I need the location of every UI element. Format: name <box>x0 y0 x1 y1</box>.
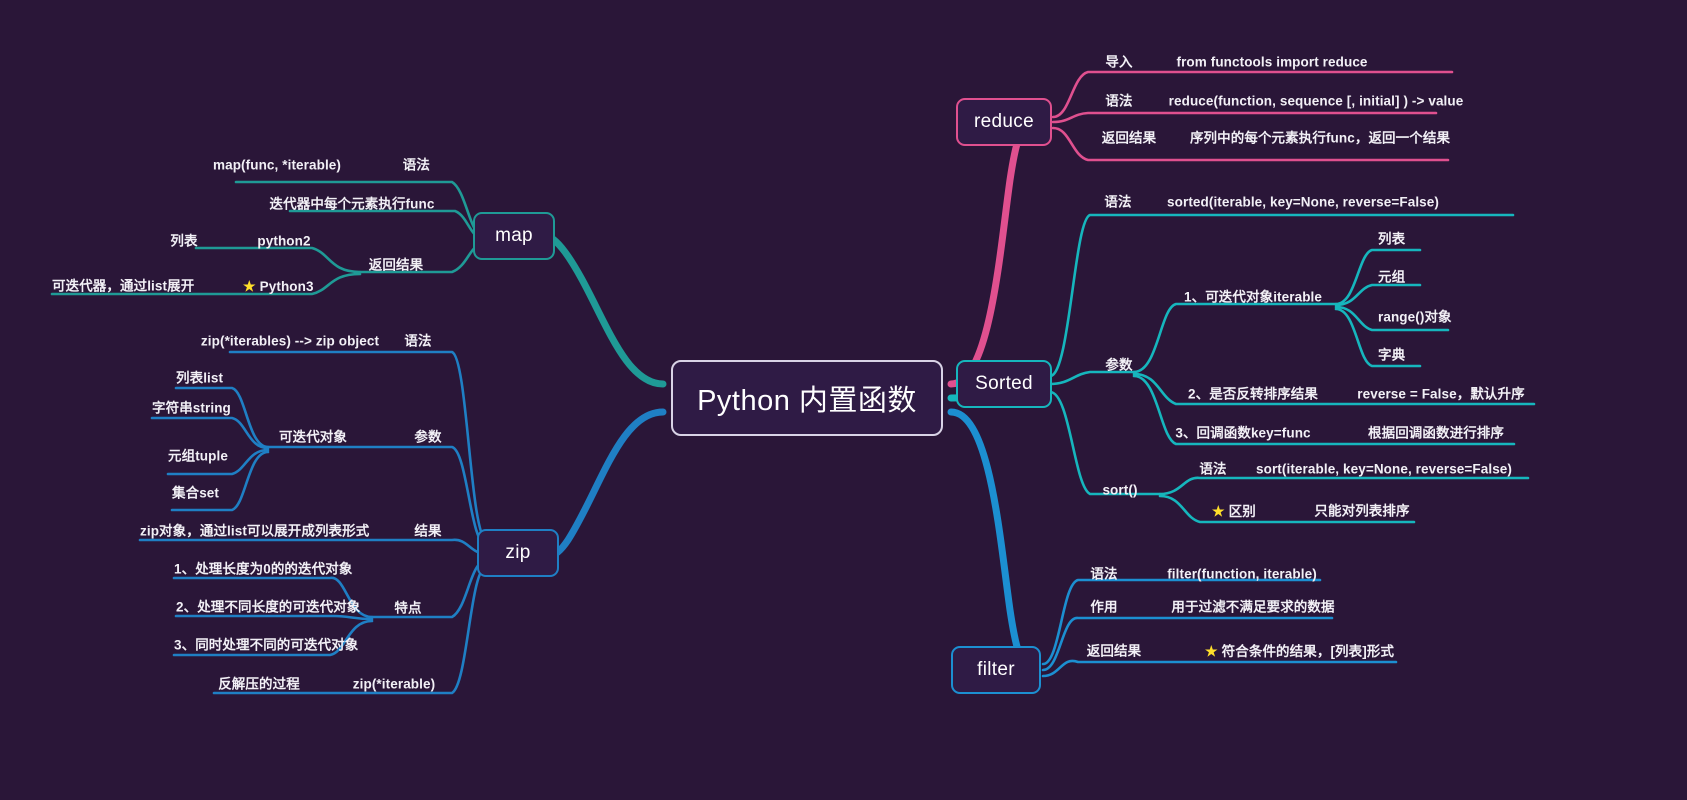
filter-return-key: 返回结果 <box>1086 643 1142 659</box>
zip-syntax-value: zip(*iterables) --> zip object <box>200 333 380 349</box>
sorted-sort-syntax-value: sort(iterable, key=None, reverse=False) <box>1255 461 1513 477</box>
sorted-param2-key: 2、是否反转排序结果 <box>1187 386 1319 402</box>
branch-node-reduce[interactable]: reduce <box>956 98 1052 146</box>
zip-result-key: 结果 <box>414 523 442 539</box>
sorted-param3-value: 根据回调函数进行排序 <box>1368 425 1504 441</box>
sorted-iterable-tuple: 元组 <box>1378 269 1406 285</box>
zip-unzip-value: 反解压的过程 <box>218 676 300 692</box>
zip-type-list: 列表list <box>176 370 224 386</box>
reduce-return-value: 序列中的每个元素执行func，返回一个结果 <box>1189 130 1451 146</box>
branch-label-filter: filter <box>977 659 1015 680</box>
zip-type-set: 集合set <box>172 485 220 501</box>
map-python2-key: python2 <box>257 233 311 249</box>
zip-feature-3: 3、同时处理不同的可迭代对象 <box>174 637 359 653</box>
map-python3-key: ★ Python3 <box>243 277 314 294</box>
map-python3-value: 可迭代器，通过list展开 <box>52 278 195 294</box>
map-exec-value: 迭代器中每个元素执行func <box>269 196 435 212</box>
branch-node-sorted[interactable]: Sorted <box>956 360 1052 408</box>
sorted-syntax-key: 语法 <box>1104 194 1132 210</box>
branch-label-sorted: Sorted <box>975 373 1033 394</box>
star-icon: ★ <box>243 277 256 294</box>
zip-feature-1: 1、处理长度为0的的迭代对象 <box>174 561 353 577</box>
branch-label-map: map <box>495 225 533 246</box>
map-return-key: 返回结果 <box>368 257 424 273</box>
root-node[interactable]: Python 内置函数 <box>671 360 943 436</box>
branch-label-zip: zip <box>505 542 531 563</box>
mindmap-canvas: Python 内置函数 map zip reduce Sorted filter… <box>0 0 1687 800</box>
sorted-diff-key: ★ 区别 <box>1212 502 1256 519</box>
filter-return-value: ★ 符合条件的结果，[列表]形式 <box>1205 642 1395 659</box>
branch-label-reduce: reduce <box>974 111 1034 132</box>
reduce-import-key: 导入 <box>1105 54 1133 70</box>
reduce-syntax-value: reduce(function, sequence [, initial] ) … <box>1168 93 1464 109</box>
filter-use-value: 用于过滤不满足要求的数据 <box>1171 599 1335 615</box>
zip-param-value: 可迭代对象 <box>279 429 347 445</box>
map-python2-value: 列表 <box>170 233 198 249</box>
branch-node-filter[interactable]: filter <box>951 646 1041 694</box>
map-syntax-key: 语法 <box>402 157 430 173</box>
root-label: Python 内置函数 <box>697 385 917 417</box>
zip-feature-key: 特点 <box>394 600 422 616</box>
sorted-sort-syntax-key: 语法 <box>1199 461 1227 477</box>
reduce-return-key: 返回结果 <box>1101 130 1157 146</box>
zip-type-tuple: 元组tuple <box>168 448 228 464</box>
zip-feature-2: 2、处理不同长度的可迭代对象 <box>176 599 361 615</box>
zip-syntax-key: 语法 <box>404 333 432 349</box>
sorted-iterable-range: range()对象 <box>1378 309 1452 325</box>
sorted-diff-value: 只能对列表排序 <box>1314 503 1410 519</box>
zip-result-value: zip对象，通过list可以展开成列表形式 <box>140 523 370 539</box>
filter-syntax-value: filter(function, iterable) <box>1167 566 1317 582</box>
star-icon: ★ <box>1212 502 1225 519</box>
branch-node-map[interactable]: map <box>473 212 555 260</box>
map-syntax-value: map(func, *iterable) <box>212 157 342 173</box>
sorted-sort-key: sort() <box>1102 482 1138 498</box>
zip-unzip-key: zip(*iterable) <box>352 676 436 692</box>
zip-type-string: 字符串string <box>152 400 231 416</box>
filter-use-key: 作用 <box>1090 599 1118 615</box>
sorted-param-key: 参数 <box>1105 357 1133 373</box>
branch-node-zip[interactable]: zip <box>477 529 559 577</box>
filter-syntax-key: 语法 <box>1090 566 1118 582</box>
sorted-param2-value: reverse = False，默认升序 <box>1357 386 1525 402</box>
reduce-syntax-key: 语法 <box>1105 93 1133 109</box>
sorted-param3-key: 3、回调函数key=func <box>1175 425 1311 441</box>
sorted-syntax-value: sorted(iterable, key=None, reverse=False… <box>1167 194 1439 210</box>
reduce-import-value: from functools import reduce <box>1176 54 1368 70</box>
sorted-iterable-list: 列表 <box>1378 231 1406 247</box>
sorted-iterable-dict: 字典 <box>1378 347 1406 363</box>
star-icon: ★ <box>1205 642 1218 659</box>
sorted-param1-key: 1、可迭代对象iterable <box>1183 289 1323 305</box>
zip-param-key: 参数 <box>414 429 442 445</box>
